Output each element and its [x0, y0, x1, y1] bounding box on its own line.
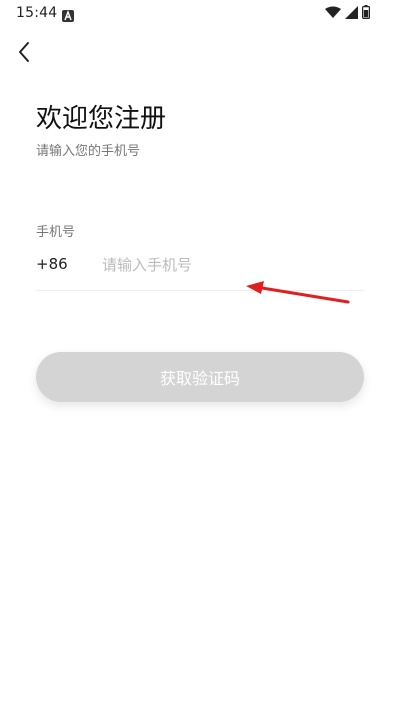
page-title: 欢迎您注册: [36, 104, 167, 134]
country-code[interactable]: +86: [36, 255, 68, 273]
phone-input[interactable]: [102, 250, 352, 280]
a-notification-icon: [62, 7, 74, 22]
wifi-icon: [325, 4, 341, 23]
battery-icon: [362, 4, 371, 23]
signal-icon: [345, 4, 358, 23]
status-time: 15:44: [16, 5, 58, 21]
page-subtitle: 请输入您的手机号: [36, 144, 141, 159]
status-icons: [325, 4, 371, 23]
get-verification-code-button[interactable]: 获取验证码: [36, 352, 364, 402]
back-button[interactable]: [10, 40, 38, 68]
chevron-left-icon: [17, 41, 31, 67]
status-bar: 15:44: [0, 0, 400, 28]
phone-field-label: 手机号: [36, 225, 76, 240]
phone-input-row: +86: [36, 246, 364, 291]
